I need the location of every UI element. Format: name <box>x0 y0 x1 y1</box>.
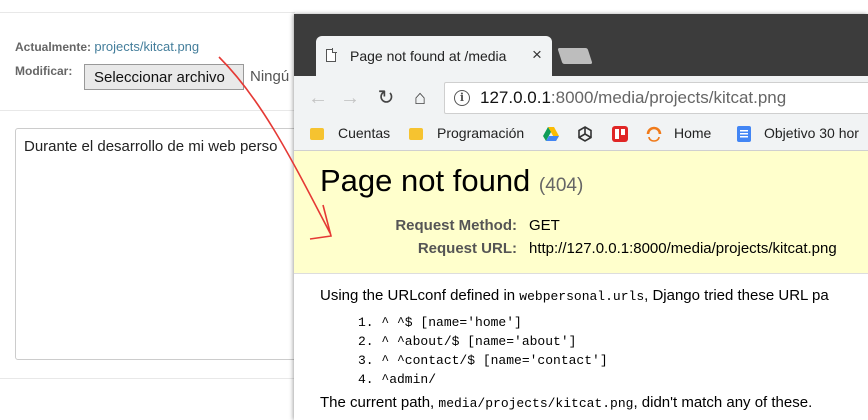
annotation-arrow <box>218 56 332 240</box>
